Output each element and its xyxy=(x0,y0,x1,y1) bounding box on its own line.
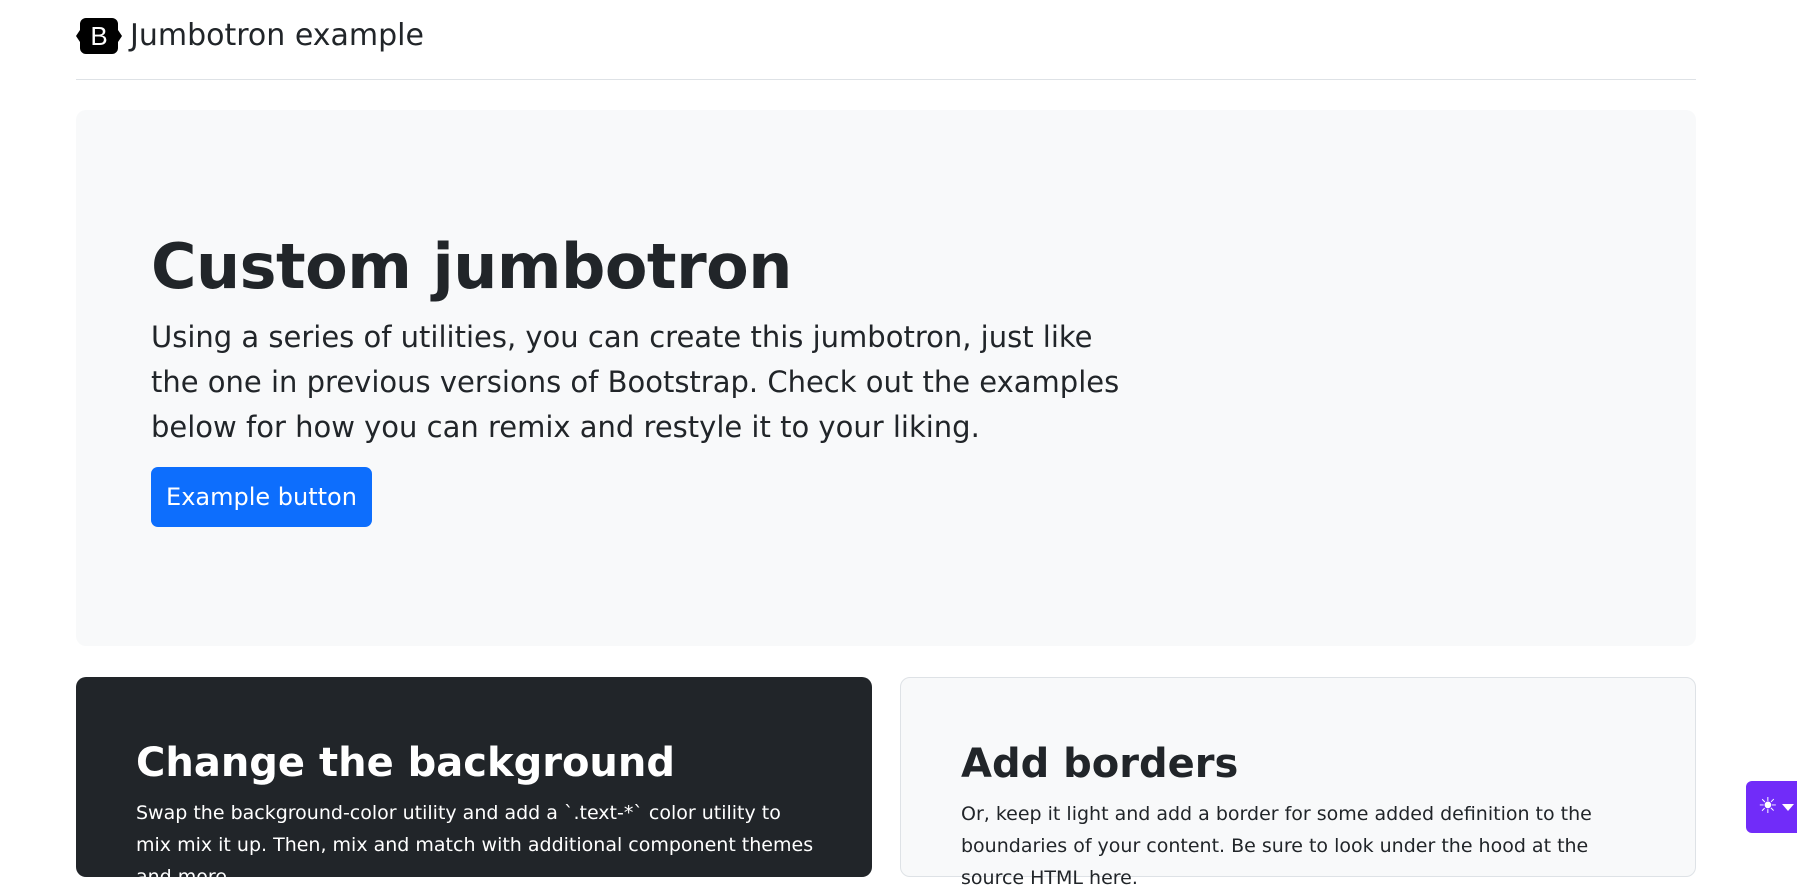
sun-icon: ☀ xyxy=(1758,794,1778,819)
card-text: Swap the background-color utility and ad… xyxy=(136,802,814,888)
svg-text:B: B xyxy=(90,21,107,51)
bootstrap-logo-icon: B xyxy=(76,16,122,56)
card-add-borders: Add borders Or, keep it light and add a … xyxy=(900,677,1696,889)
chevron-down-icon xyxy=(1781,803,1794,811)
example-button[interactable]: Example button xyxy=(151,467,372,527)
jumbotron-title: Custom jumbotron xyxy=(151,230,792,303)
card-title: Change the background xyxy=(136,740,676,786)
card-title: Add borders xyxy=(961,741,1239,787)
brand-text: Jumbotron example xyxy=(130,18,424,53)
card-text: Or, keep it light and add a border for s… xyxy=(961,803,1592,889)
jumbotron-lead: Using a series of utilities, you can cre… xyxy=(151,320,1120,444)
site-header: B Jumbotron example xyxy=(76,0,1696,80)
brand-link[interactable]: B Jumbotron example xyxy=(76,16,424,56)
card-change-background: Change the background Swap the backgroun… xyxy=(76,677,872,888)
jumbotron: Custom jumbotron Using a series of utili… xyxy=(76,110,1696,646)
theme-toggle-button[interactable]: ☀ xyxy=(1746,781,1797,833)
